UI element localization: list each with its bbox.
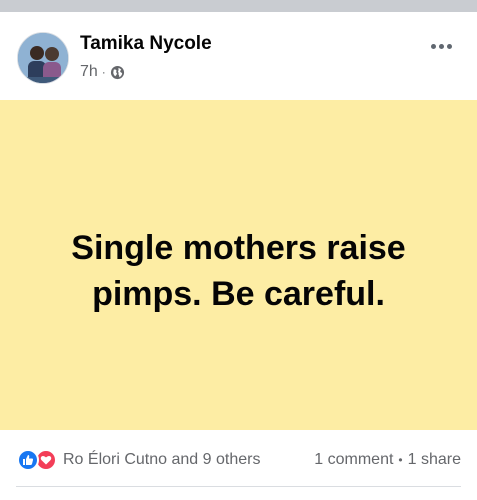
globe-icon[interactable] (110, 65, 125, 80)
like-icon (17, 449, 39, 471)
author-avatar[interactable] (17, 32, 69, 84)
more-options-icon (430, 43, 436, 49)
comments-count[interactable]: 1 comment (314, 451, 393, 469)
engagement-stats: 1 comment • 1 share (314, 451, 461, 469)
post-text: Single mothers raise pimps. Be careful. (71, 229, 406, 313)
avatar-photo (18, 33, 68, 83)
reactions-label: Ro Élori Cutno and 9 others (63, 451, 261, 468)
post-time[interactable]: 7h (80, 63, 98, 81)
post-footer: Ro Élori Cutno and 9 others 1 comment • … (0, 430, 477, 488)
stats-separator: • (398, 453, 403, 467)
post-meta: 7h · (80, 62, 125, 82)
meta-separator: · (101, 65, 106, 79)
footer-divider (16, 486, 461, 487)
feed-separator-bar (0, 0, 477, 12)
reactions-summary[interactable]: Ro Élori Cutno and 9 others (17, 449, 260, 471)
post-header: Tamika Nycole 7h · (0, 12, 477, 100)
post-content-background: Single mothers raise pimps. Be careful. (0, 100, 477, 430)
author-name[interactable]: Tamika Nycole (80, 33, 212, 55)
more-options-button[interactable] (426, 36, 456, 56)
shares-count[interactable]: 1 share (408, 451, 461, 469)
